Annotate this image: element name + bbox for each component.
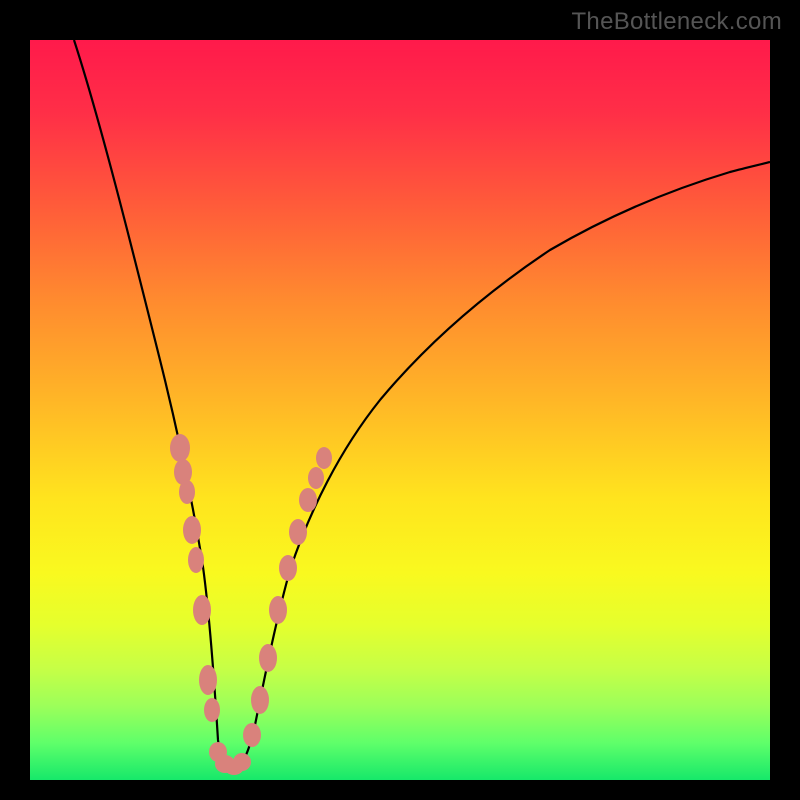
chart-frame: TheBottleneck.com [0,0,800,800]
bottleneck-curve [74,40,770,770]
watermark-text: TheBottleneck.com [571,8,782,36]
highlighted-points [170,434,332,775]
plot-area [30,40,770,780]
curve-layer [30,40,770,780]
